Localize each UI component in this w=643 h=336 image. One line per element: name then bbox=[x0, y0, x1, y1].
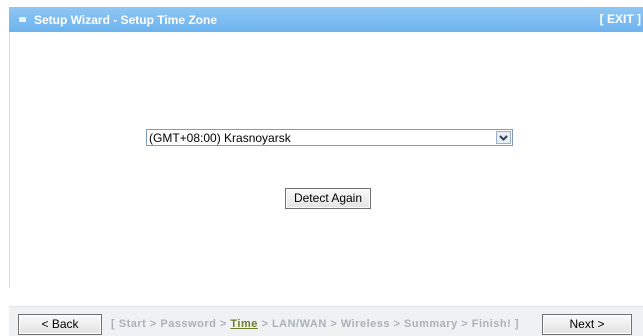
steps-close-bracket: ] bbox=[514, 318, 520, 330]
dropdown-arrow-button[interactable] bbox=[496, 131, 511, 144]
back-button[interactable]: < Back bbox=[18, 314, 102, 335]
step-wireless: Wireless bbox=[340, 318, 390, 330]
timezone-select[interactable]: (GMT+08:00) Krasnoyarsk bbox=[146, 129, 513, 146]
step-separator: > bbox=[219, 318, 227, 330]
footer-nav: < Back [ Start > Password > Time > LAN/W… bbox=[9, 306, 643, 336]
main-panel bbox=[9, 32, 643, 288]
step-password: Password bbox=[160, 318, 217, 330]
step-progress: [ Start > Password > Time > LAN/WAN > Wi… bbox=[111, 318, 519, 330]
detect-again-button[interactable]: Detect Again bbox=[285, 188, 371, 209]
timezone-selected-value: (GMT+08:00) Krasnoyarsk bbox=[149, 131, 291, 145]
step-separator: > bbox=[149, 318, 157, 330]
step-finish: Finish! bbox=[471, 318, 512, 330]
next-button[interactable]: Next > bbox=[542, 314, 632, 335]
step-summary: Summary bbox=[404, 318, 458, 330]
chevron-down-icon bbox=[499, 135, 508, 141]
step-separator: > bbox=[330, 318, 338, 330]
page-title: Setup Wizard - Setup Time Zone bbox=[34, 12, 218, 27]
step-separator: > bbox=[393, 318, 401, 330]
exit-link[interactable]: [ EXIT ] bbox=[600, 12, 641, 26]
step-separator: > bbox=[261, 318, 269, 330]
title-bar: Setup Wizard - Setup Time Zone [ EXIT ] bbox=[9, 7, 643, 32]
steps-open-bracket: [ bbox=[111, 318, 116, 330]
step-time-current: Time bbox=[230, 318, 258, 330]
step-lan-wan: LAN/WAN bbox=[271, 318, 327, 330]
wizard-window: Setup Wizard - Setup Time Zone [ EXIT ] … bbox=[0, 0, 643, 336]
step-separator: > bbox=[461, 318, 469, 330]
step-start: Start bbox=[118, 318, 147, 330]
bullet-icon bbox=[19, 17, 26, 22]
